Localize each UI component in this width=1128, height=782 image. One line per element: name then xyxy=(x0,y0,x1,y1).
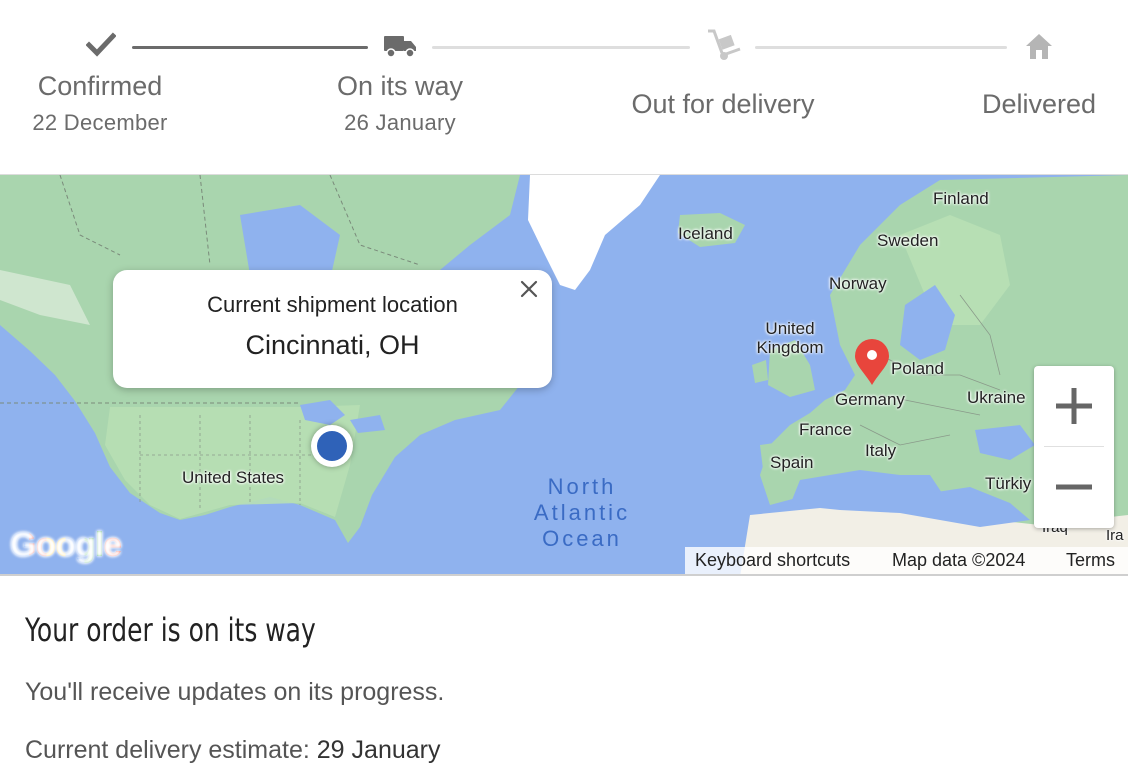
map-label-united-kingdom: United Kingdom xyxy=(756,319,824,357)
map-label-iceland: Iceland xyxy=(678,224,733,243)
progress-line-pending xyxy=(432,46,690,49)
destination-pin-icon[interactable] xyxy=(853,338,891,386)
map-label-italy: Italy xyxy=(865,441,897,460)
order-status-section: Your order is on its way You'll receive … xyxy=(0,578,1128,782)
map-label-norway: Norway xyxy=(829,274,887,293)
google-logo-text: Google xyxy=(10,526,122,564)
current-location-marker[interactable] xyxy=(311,425,353,467)
map-label-finland: Finland xyxy=(933,189,989,208)
delivery-estimate-label: Current delivery estimate: xyxy=(25,736,317,764)
map-label-ukraine: Ukraine xyxy=(967,388,1026,407)
shipment-map[interactable]: Finland Iceland Sweden Norway United Kin… xyxy=(0,174,1128,576)
terms-link[interactable]: Terms xyxy=(1066,550,1115,571)
step-date-on-its-way: 26 January xyxy=(344,110,456,135)
progress-line-pending-2 xyxy=(755,46,1007,49)
zoom-controls xyxy=(1034,366,1114,528)
order-progress-tracker: Confirmed 22 December On its way 26 Janu… xyxy=(0,0,1128,174)
step-label-delivered: Delivered xyxy=(981,89,1097,119)
progress-line-complete xyxy=(132,46,368,49)
step-label-on-its-way: On its way xyxy=(336,71,464,101)
map-label-sweden: Sweden xyxy=(877,231,939,250)
zoom-in-button[interactable] xyxy=(1034,366,1114,446)
map-label-ocean: North Atlantic Ocean xyxy=(520,474,644,552)
hand-truck-icon xyxy=(708,29,741,60)
map-label-france: France xyxy=(799,420,852,439)
truck-icon xyxy=(384,36,416,58)
step-label-out-for-delivery: Out for delivery xyxy=(631,89,815,119)
step-date-confirmed: 22 December xyxy=(32,110,168,135)
popup-title: Current shipment location xyxy=(207,292,458,317)
order-status-subtext: You'll receive updates on its progress. xyxy=(25,678,445,706)
map-label-germany: Germany xyxy=(835,390,905,409)
map-label-united-states: United States xyxy=(182,468,285,487)
map-attribution-bar: Keyboard shortcuts Map data ©2024 Terms xyxy=(685,547,1128,574)
ocean-line-1: North xyxy=(547,474,617,499)
ocean-line-3: Ocean xyxy=(542,526,622,551)
map-data-label: Map data ©2024 xyxy=(892,550,1026,570)
location-info-popup: Current shipment location Cincinnati, OH xyxy=(113,270,552,388)
zoom-out-button[interactable] xyxy=(1034,447,1114,527)
ocean-line-2: Atlantic xyxy=(533,500,631,525)
current-location-dot xyxy=(317,431,347,461)
delivery-estimate: Current delivery estimate: 29 January xyxy=(25,736,440,765)
check-icon xyxy=(86,32,116,57)
popup-location: Cincinnati, OH xyxy=(245,330,420,360)
order-status-headline: Your order is on its way xyxy=(25,611,316,649)
map-label-turkiye: Türkiy xyxy=(985,474,1032,493)
google-logo[interactable]: Google xyxy=(10,526,122,565)
keyboard-shortcuts-link[interactable]: Keyboard shortcuts xyxy=(695,550,850,571)
delivery-estimate-date: 29 January xyxy=(316,736,441,764)
map-label-spain: Spain xyxy=(770,453,814,472)
close-icon[interactable] xyxy=(514,274,544,304)
home-icon xyxy=(1026,34,1052,59)
map-label-ira: Ira xyxy=(1106,527,1124,544)
step-label-confirmed: Confirmed xyxy=(37,71,163,101)
map-label-poland: Poland xyxy=(891,359,944,378)
